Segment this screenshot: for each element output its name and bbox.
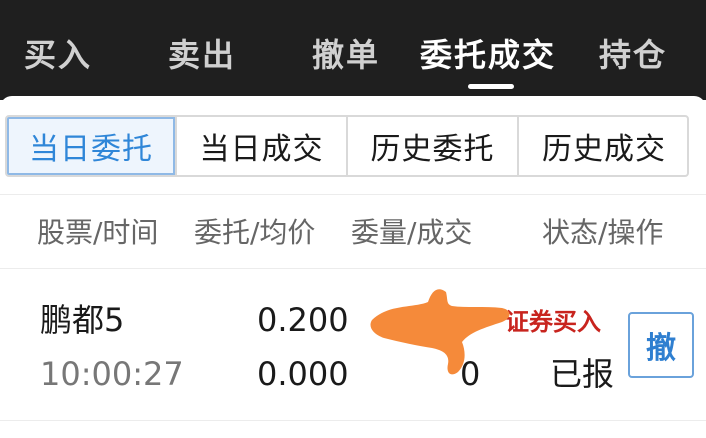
divider	[0, 268, 706, 269]
redaction-smear	[370, 289, 510, 375]
header-qty-filled: 委量/成交	[351, 216, 473, 249]
order-time: 10:00:27	[40, 355, 184, 393]
divider	[0, 420, 706, 421]
tab-positions[interactable]: 持仓	[599, 30, 667, 80]
subtab-today-trades[interactable]: 当日成交	[177, 117, 348, 175]
header-price-avg: 委托/均价	[194, 216, 316, 249]
header-stock-time: 股票/时间	[37, 216, 159, 249]
order-status: 已报	[550, 355, 615, 393]
action-type-badge: 证券买入	[505, 308, 601, 336]
subtab-today-orders[interactable]: 当日委托	[7, 117, 177, 175]
active-tab-indicator	[468, 84, 514, 89]
header-status-action: 状态/操作	[542, 216, 664, 249]
tab-cancel-order[interactable]: 撤单	[312, 30, 380, 80]
top-navigation-bar: 买入 卖出 撤单 委托成交 持仓	[0, 0, 706, 100]
tab-sell[interactable]: 卖出	[168, 30, 236, 80]
subtab-history-trades[interactable]: 历史成交	[519, 117, 687, 175]
order-price: 0.200	[257, 301, 349, 339]
sub-tab-bar: 当日委托 当日成交 历史委托 历史成交	[5, 115, 689, 177]
divider	[0, 194, 706, 195]
subtab-history-orders[interactable]: 历史委托	[348, 117, 519, 175]
tab-orders-trades[interactable]: 委托成交	[420, 30, 556, 80]
stock-name: 鹏都5	[40, 301, 125, 339]
average-price: 0.000	[257, 355, 349, 393]
tab-buy[interactable]: 买入	[24, 30, 92, 80]
cancel-order-button[interactable]: 撤	[628, 312, 694, 378]
